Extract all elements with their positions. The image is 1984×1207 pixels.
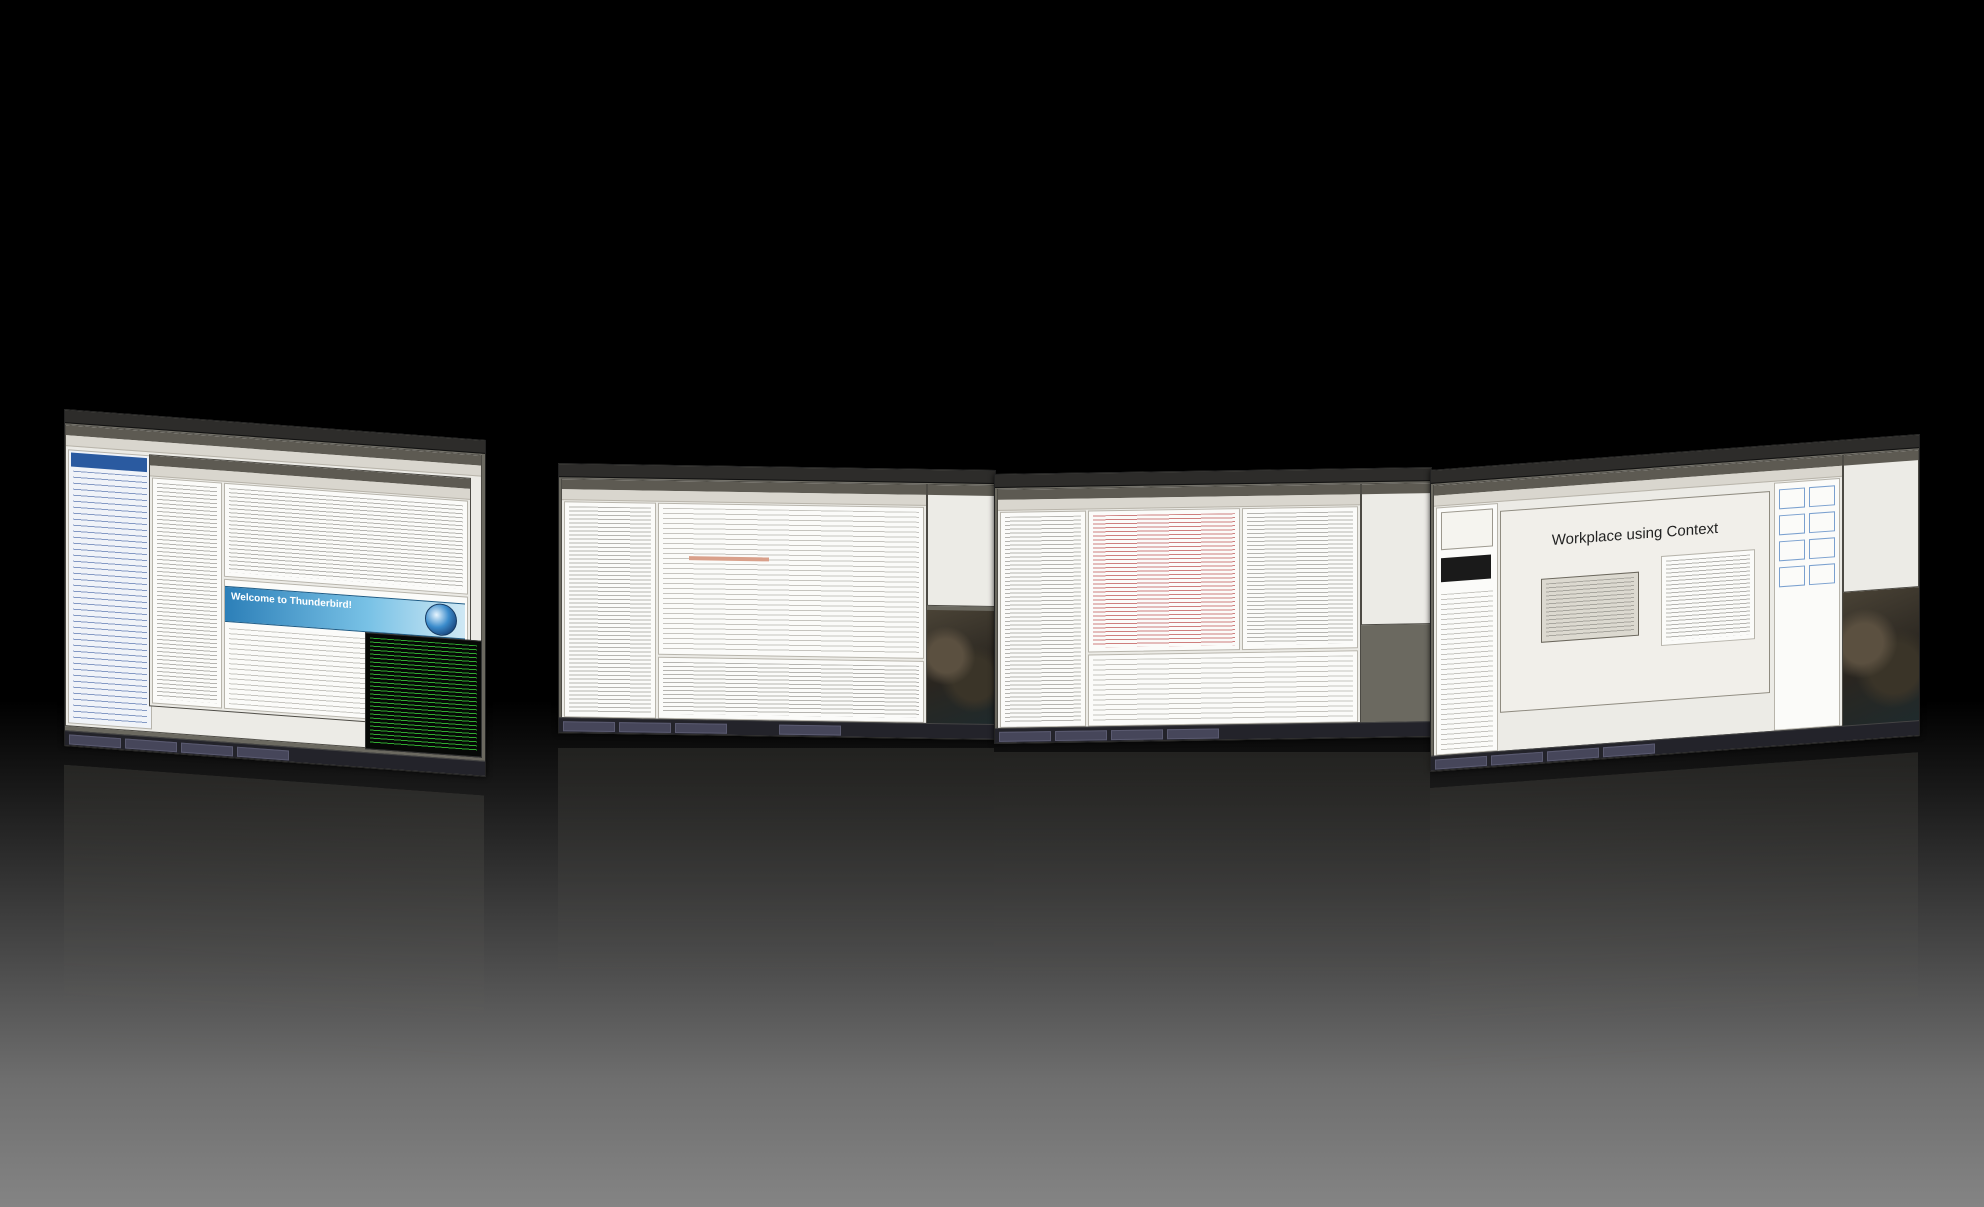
ide-window[interactable] — [561, 478, 927, 726]
workspace-4-reflection — [1430, 752, 1918, 1088]
workspace-3[interactable] — [994, 467, 1432, 744]
terminal-window[interactable] — [365, 632, 482, 758]
console-panel — [1088, 650, 1358, 727]
presentation-window[interactable]: Workplace using Context — [1433, 454, 1843, 759]
code-editor — [658, 502, 924, 659]
editor-window[interactable] — [997, 483, 1361, 731]
embedded-screenshot-2 — [1661, 549, 1755, 647]
problems-panel — [658, 656, 924, 723]
file-tree — [1000, 510, 1086, 728]
workspace-switcher: Welcome to Thunderbird! Workplace using … — [0, 0, 1984, 1207]
workspace-1[interactable]: Welcome to Thunderbird! — [64, 409, 486, 777]
message-list — [224, 482, 468, 595]
folder-tree — [152, 477, 222, 709]
embedded-screenshot — [1541, 571, 1639, 643]
slide-canvas[interactable]: Workplace using Context — [1500, 491, 1770, 713]
workspace-1-reflection — [64, 764, 484, 1076]
slide-sorter — [1436, 503, 1498, 756]
rock-wallpaper — [925, 609, 995, 725]
welcome-title: Welcome to Thunderbird! — [231, 591, 352, 612]
thunderbird-globe-icon — [425, 602, 457, 637]
workspace-2[interactable] — [558, 463, 996, 740]
side-window[interactable] — [1361, 482, 1431, 626]
workspace-2-reflection — [558, 748, 994, 998]
side-window[interactable] — [1843, 449, 1919, 593]
slide-title: Workplace using Context — [1551, 519, 1719, 550]
workspace-4[interactable]: Workplace using Context — [1430, 434, 1920, 772]
layouts-panel — [1774, 477, 1840, 731]
log-output — [1088, 508, 1240, 653]
project-tree — [564, 501, 656, 719]
wiki-sidebar — [68, 449, 152, 730]
side-window[interactable] — [927, 483, 995, 607]
rock-wallpaper — [1839, 585, 1919, 727]
outline-panel — [1242, 506, 1358, 651]
workspace-3-reflection — [994, 752, 1430, 1002]
